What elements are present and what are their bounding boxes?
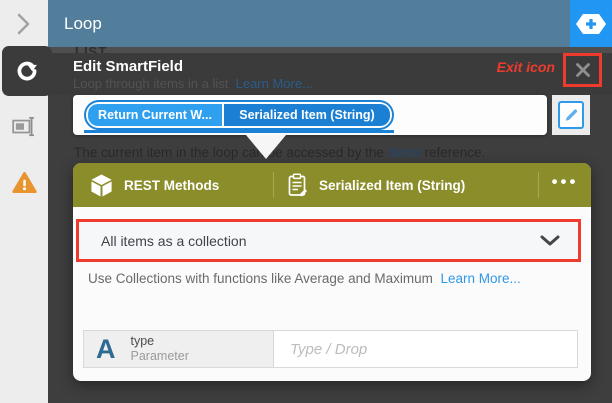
smartfield-ibeam-icon — [11, 113, 37, 139]
sidebar-item-loop[interactable] — [2, 46, 52, 96]
annotation-exit-label: Exit icon — [430, 59, 555, 75]
cube-icon — [89, 173, 114, 198]
clipboard-icon — [287, 173, 309, 198]
text-type-icon: A — [96, 336, 116, 363]
chevron-down-icon — [540, 235, 560, 246]
add-step-button[interactable] — [570, 0, 612, 47]
parameter-row: A type Parameter — [83, 330, 578, 368]
parameter-label-cell: A type Parameter — [84, 331, 274, 367]
collections-hint: Use Collections with functions like Aver… — [88, 271, 521, 286]
ghost-items-link: Items — [388, 145, 421, 160]
annotation-exit-box — [563, 53, 602, 87]
field-callout-caret — [246, 135, 286, 159]
collapse-panel-button[interactable] — [0, 0, 48, 47]
smartfield-pill-group[interactable]: Return Current W... Serialized Item (Str… — [84, 100, 394, 130]
warning-triangle-icon — [11, 170, 38, 196]
loop-icon — [13, 57, 41, 85]
edit-field-zone — [552, 95, 590, 135]
sidebar-item-warnings[interactable] — [11, 170, 38, 196]
field-underline — [84, 130, 394, 133]
dropdown-value: All items as a collection — [101, 233, 247, 249]
sidebar-item-smartfield[interactable] — [11, 113, 37, 139]
screen: Loop LIST The current item in the loop c… — [0, 0, 612, 403]
smartfield-composer-panel: REST Methods Serialized Item (String) — [73, 163, 591, 381]
composer-field-section[interactable]: Serialized Item (String) — [274, 173, 538, 198]
ghost-learn-more-link: Learn More... — [236, 76, 313, 91]
step-title: Loop — [64, 0, 102, 47]
parameter-input[interactable] — [274, 331, 577, 367]
add-hexagon-icon — [575, 13, 607, 35]
annotation-dropdown-box: All items as a collection — [76, 219, 581, 262]
chevron-right-icon — [17, 13, 31, 35]
ghost-description: Loop through items in a list Learn More.… — [73, 76, 313, 91]
composer-field-label: Serialized Item (String) — [319, 178, 465, 193]
parameter-name: type — [131, 334, 189, 349]
learn-more-link[interactable]: Learn More... — [440, 271, 520, 286]
smartfield-field-pill[interactable]: Serialized Item (String) — [224, 104, 390, 126]
parameter-input-cell — [274, 331, 577, 367]
composer-context-label: REST Methods — [124, 178, 219, 193]
smartfield-value-row: Return Current W... Serialized Item (Str… — [73, 95, 547, 135]
parameter-kind: Parameter — [131, 349, 189, 364]
edit-field-button[interactable] — [558, 101, 584, 129]
step-header-bar: Loop — [48, 0, 570, 47]
ellipsis-menu-icon: ••• — [552, 177, 579, 187]
pencil-icon — [563, 107, 579, 123]
close-icon[interactable] — [574, 61, 592, 79]
composer-header: REST Methods Serialized Item (String) — [73, 163, 591, 207]
edit-panel-title: Edit SmartField — [73, 58, 183, 75]
composer-menu-button[interactable]: ••• — [539, 163, 591, 207]
composer-context-section[interactable]: REST Methods — [73, 173, 273, 198]
smartfield-context-pill[interactable]: Return Current W... — [88, 104, 222, 126]
collection-mode-dropdown[interactable]: All items as a collection — [79, 222, 578, 259]
